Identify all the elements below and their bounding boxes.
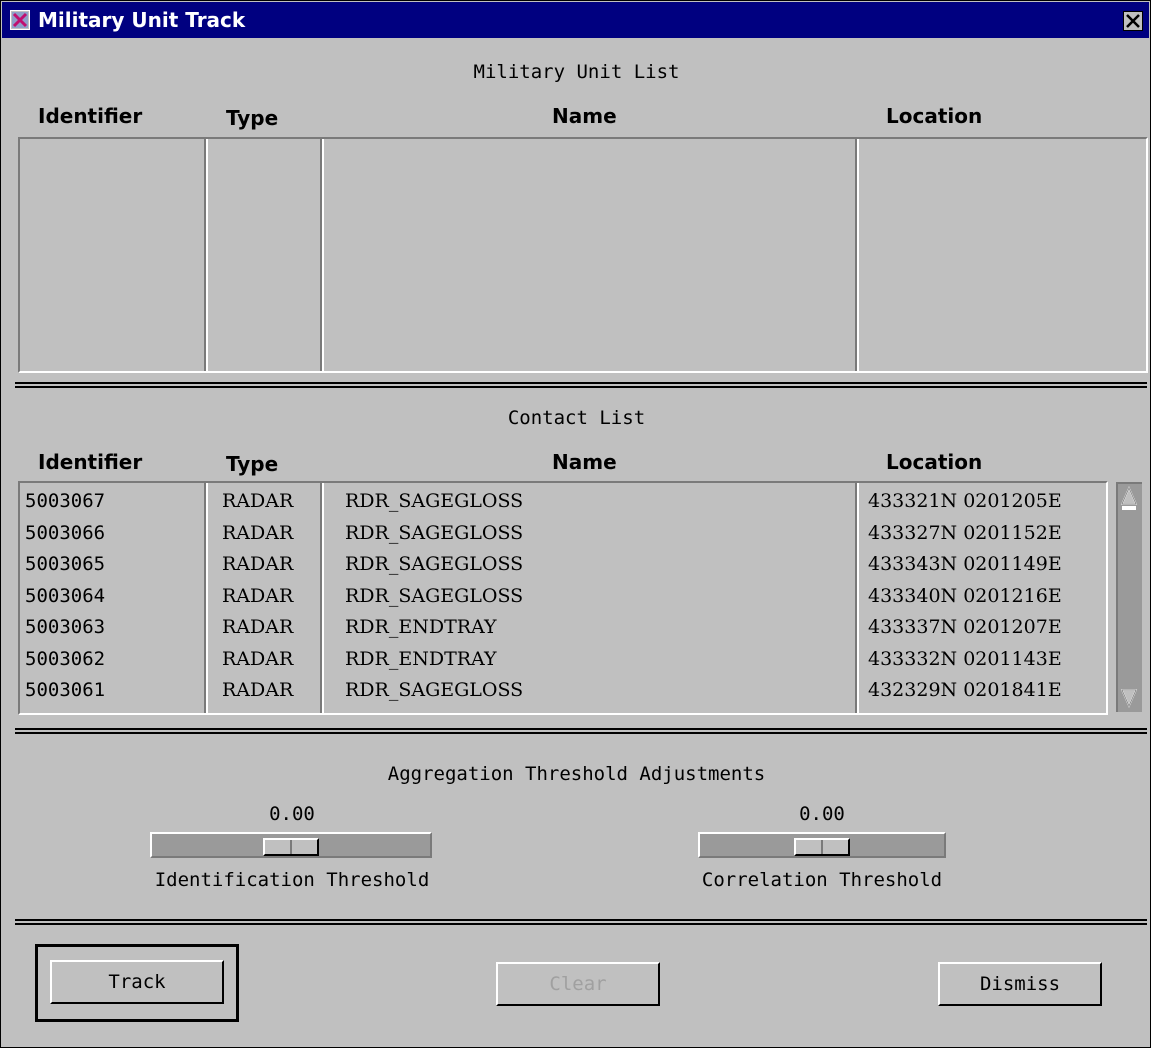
contact-col-identifier: Identifier [38,450,143,474]
correlation-label: Correlation Threshold [701,869,943,891]
unit-col-location: Location [886,104,983,128]
unit-list-title: Military Unit List [473,61,680,83]
correlation-threshold-slider[interactable] [698,832,946,858]
column-divider [204,139,208,371]
unit-list[interactable] [18,137,1148,373]
scroll-down-arrow-icon[interactable] [1120,684,1138,710]
column-divider [855,139,859,371]
cell-type: RADAR [222,679,294,701]
table-row[interactable]: 5003063 RADAR RDR_ENDTRAY 433337N 0201207E [20,611,1106,643]
cell-name: RDR_ENDTRAY [345,616,497,638]
slider-thumb[interactable] [794,838,850,856]
cell-name: RDR_SAGEGLOSS [345,679,524,701]
cell-location: 433321N 0201205E [868,490,1062,512]
cell-type: RADAR [222,521,294,544]
contact-col-type: Type [226,452,279,476]
aggregation-title: Aggregation Threshold Adjustments [387,763,766,785]
identification-threshold-slider[interactable] [150,832,432,858]
clear-button[interactable]: Clear [496,962,660,1006]
cell-type: RADAR [222,490,294,512]
cell-location: 433340N 0201216E [868,584,1062,607]
cell-location: 433327N 0201152E [868,521,1062,544]
contact-col-name: Name [552,450,617,474]
cell-identifier: 5003066 [25,521,106,544]
separator [15,382,1147,388]
contact-list-scrollbar[interactable] [1116,482,1142,712]
cell-location: 433332N 0201143E [868,647,1062,670]
cell-identifier: 5003067 [25,490,106,512]
table-row[interactable]: 5003061 RADAR RDR_SAGEGLOSS 432329N 0201841… [20,674,1106,706]
table-row[interactable]: 5003067 RADAR RDR_SAGEGLOSS 433321N 0201205… [20,485,1106,517]
close-icon[interactable] [1123,11,1143,31]
cell-name: RDR_SAGEGLOSS [345,584,524,607]
cell-name: RDR_SAGEGLOSS [345,553,524,575]
cell-location: 432329N 0201841E [868,679,1062,701]
separator [15,728,1147,734]
cell-name: RDR_SAGEGLOSS [345,490,524,512]
cell-location: 433337N 0201207E [868,616,1062,638]
table-row[interactable]: 5003066 RADAR RDR_SAGEGLOSS 433327N 0201152… [20,517,1106,549]
window-title: Military Unit Track [38,8,246,32]
scroll-up-arrow-icon[interactable] [1120,486,1138,512]
cell-type: RADAR [222,553,294,575]
cell-identifier: 5003064 [25,584,106,607]
title-bar[interactable]: Military Unit Track [2,2,1149,38]
cell-identifier: 5003061 [25,679,106,701]
cell-location: 433343N 0201149E [868,553,1062,575]
cell-type: RADAR [222,616,294,638]
cell-identifier: 5003065 [25,553,106,575]
window-app-icon[interactable] [10,10,30,30]
table-row[interactable]: 5003065 RADAR RDR_SAGEGLOSS 433343N 0201149… [20,548,1106,580]
table-row[interactable]: 5003062 RADAR RDR_ENDTRAY 433332N 0201143E [20,643,1106,675]
table-row[interactable]: 5003064 RADAR RDR_SAGEGLOSS 433340N 0201216… [20,580,1106,612]
cell-type: RADAR [222,647,294,670]
identification-label: Identification Threshold [154,869,430,891]
contact-col-location: Location [886,450,983,474]
track-button[interactable]: Track [50,960,224,1004]
unit-col-identifier: Identifier [38,104,143,128]
unit-col-name: Name [552,104,617,128]
separator [15,919,1147,925]
cell-identifier: 5003063 [25,616,106,638]
contact-list[interactable]: 5003067 RADAR RDR_SAGEGLOSS 433321N 0201205… [18,481,1108,715]
unit-col-type: Type [226,106,279,130]
dismiss-button[interactable]: Dismiss [938,962,1102,1006]
cell-name: RDR_ENDTRAY [345,647,497,670]
cell-type: RADAR [222,584,294,607]
identification-value: 0.00 [269,803,315,825]
column-divider [320,139,324,371]
cell-name: RDR_SAGEGLOSS [345,521,524,544]
correlation-value: 0.00 [799,803,845,825]
contact-list-title: Contact List [507,407,646,429]
military-unit-track-window: Military Unit Track Military Unit List I… [0,0,1151,1048]
slider-thumb[interactable] [263,838,319,856]
cell-identifier: 5003062 [25,647,106,670]
